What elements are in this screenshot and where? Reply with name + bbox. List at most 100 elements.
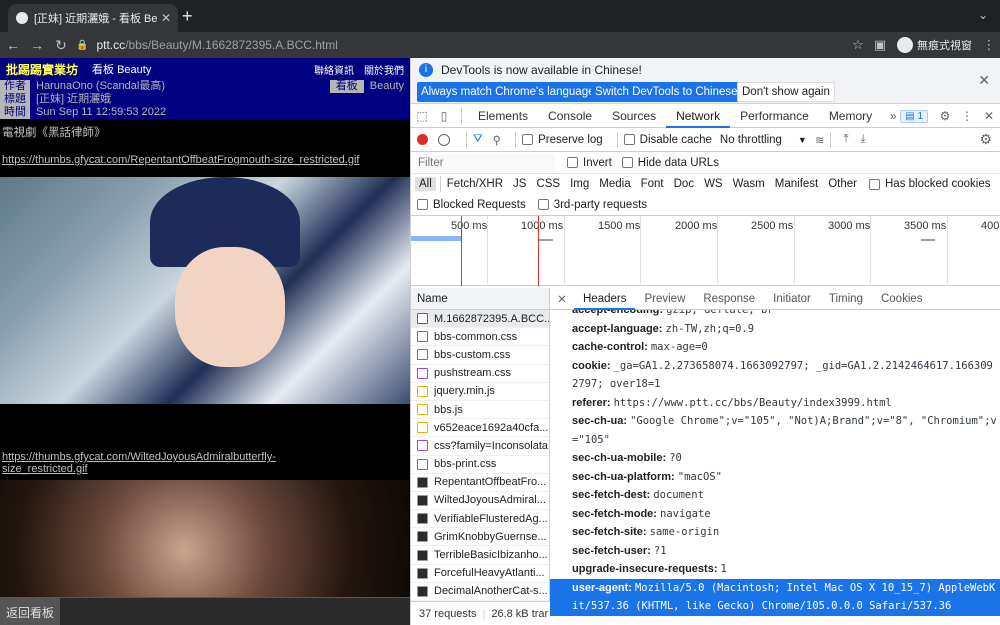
switch-chinese-button[interactable]: Switch DevTools to Chinese xyxy=(591,82,742,102)
third-party-checkbox[interactable] xyxy=(537,199,549,210)
about-link[interactable]: 關於我們 xyxy=(364,62,404,77)
tab-console[interactable]: Console xyxy=(538,104,602,128)
header-row[interactable]: accept-language: zh-TW,zh;q=0.9 xyxy=(550,320,1000,339)
back-icon[interactable]: ← xyxy=(2,37,24,53)
type-font[interactable]: Font xyxy=(637,177,668,191)
network-overview-timeline[interactable]: 500 ms 1000 ms 1500 ms 2000 ms 2500 ms 3… xyxy=(411,216,1000,286)
header-row[interactable]: upgrade-insecure-requests: 1 xyxy=(550,560,1000,579)
type-doc[interactable]: Doc xyxy=(670,177,698,191)
new-tab-icon[interactable]: + xyxy=(182,6,193,27)
type-other[interactable]: Other xyxy=(824,177,861,191)
header-row[interactable]: sec-ch-ua-mobile: ?0 xyxy=(550,449,1000,468)
tab-response[interactable]: Response xyxy=(694,288,764,310)
tab-cookies[interactable]: Cookies xyxy=(872,288,932,310)
header-row[interactable]: cache-control: max-age=0 xyxy=(550,338,1000,357)
inspect-icon[interactable]: ⬚ xyxy=(411,109,433,123)
name-column-header[interactable]: Name xyxy=(411,288,549,310)
tab-initiator[interactable]: Initiator xyxy=(764,288,820,310)
more-options-icon[interactable]: ⋮ xyxy=(956,109,978,123)
record-icon[interactable] xyxy=(417,134,428,145)
tab-network[interactable]: Network xyxy=(666,104,731,128)
header-row[interactable]: sec-ch-ua-platform: "macOS" xyxy=(550,468,1000,487)
request-row[interactable]: jquery.min.js xyxy=(411,383,549,401)
forward-icon[interactable]: → xyxy=(26,37,48,53)
browser-tab[interactable]: [正妹] 近期灑娥 - 看板 Beauty - ✕ xyxy=(8,4,178,32)
search-icon[interactable]: ⚲ xyxy=(493,133,501,147)
image-link-2[interactable]: https://thumbs.gfycat.com/WiltedJoyousAd… xyxy=(2,451,276,475)
close-detail-icon[interactable]: ✕ xyxy=(550,292,574,306)
type-js[interactable]: JS xyxy=(509,177,530,191)
type-manifest[interactable]: Manifest xyxy=(771,177,822,191)
header-row[interactable]: sec-ch-ua: "Google Chrome";v="105", "Not… xyxy=(550,412,1000,449)
match-language-button[interactable]: Always match Chrome's language xyxy=(417,82,599,102)
request-row[interactable]: TerribleBasicIbizanho... xyxy=(411,546,549,565)
type-css[interactable]: CSS xyxy=(532,177,564,191)
close-infobar-icon[interactable]: ✕ xyxy=(978,72,990,89)
blocked-requests-checkbox[interactable] xyxy=(417,199,428,210)
star-icon[interactable]: ☆ xyxy=(847,37,869,53)
back-to-board-button[interactable]: 返回看板 xyxy=(0,598,60,625)
type-media[interactable]: Media xyxy=(595,177,634,191)
hide-data-urls-checkbox[interactable] xyxy=(621,157,633,168)
type-wasm[interactable]: Wasm xyxy=(729,177,769,191)
blocked-cookies-checkbox[interactable] xyxy=(869,178,880,190)
network-settings-gear-icon[interactable]: ⚙ xyxy=(979,131,992,148)
filter-input[interactable] xyxy=(415,153,555,172)
request-row[interactable]: v652eace1692a40cfa... xyxy=(411,419,549,438)
incognito-profile[interactable]: 無痕式視窗 xyxy=(897,37,972,53)
issues-badge[interactable]: ▤ 1 xyxy=(900,109,928,123)
close-devtools-icon[interactable]: ✕ xyxy=(978,109,1000,123)
board-link[interactable]: 看板 Beauty xyxy=(92,61,151,77)
tab-search-icon[interactable]: ⌄ xyxy=(978,8,988,22)
contact-link[interactable]: 聯絡資訊 xyxy=(314,62,354,77)
header-row[interactable]: sec-fetch-dest: document xyxy=(550,486,1000,505)
tab-elements[interactable]: Elements xyxy=(468,104,538,128)
reload-icon[interactable]: ↻ xyxy=(50,37,72,54)
request-row[interactable]: ForcefulHeavyAtlanti... xyxy=(411,565,549,583)
request-row[interactable]: bbs-print.css xyxy=(411,456,549,474)
site-name-link[interactable]: 批踢踢實業坊 xyxy=(6,61,78,78)
request-row[interactable]: M.1662872395.A.BCC... xyxy=(411,310,549,329)
lock-icon[interactable]: 🔒 xyxy=(76,40,88,51)
device-toolbar-icon[interactable]: ▯ xyxy=(433,109,455,123)
tab-performance[interactable]: Performance xyxy=(730,104,819,128)
side-panel-icon[interactable]: ▣ xyxy=(869,37,891,53)
invert-checkbox[interactable] xyxy=(567,157,578,168)
request-row[interactable]: GrimKnobbyGuernse... xyxy=(411,528,549,547)
request-row[interactable]: VerifiableFlusteredAg... xyxy=(411,510,549,529)
header-row[interactable]: accept-encoding: gzip, deflate, br xyxy=(550,310,1000,320)
request-row[interactable]: WiltedJoyousAdmiral... xyxy=(411,492,549,511)
dont-show-again-button[interactable]: Don't show again xyxy=(737,82,835,102)
request-row[interactable]: RepentantOffbeatFro... xyxy=(411,474,549,492)
request-row[interactable]: bbs-common.css xyxy=(411,328,549,347)
type-fetch-xhr[interactable]: Fetch/XHR xyxy=(443,177,507,191)
export-har-icon[interactable]: ⤓ xyxy=(861,133,866,146)
filter-icon[interactable]: ⛛ xyxy=(473,133,483,146)
header-row[interactable]: sec-fetch-mode: navigate xyxy=(550,505,1000,524)
network-conditions-icon[interactable]: ≋ xyxy=(815,133,825,147)
image-link-1[interactable]: https://thumbs.gfycat.com/RepentantOffbe… xyxy=(0,154,410,166)
header-row[interactable]: user-agent: Mozilla/5.0 (Macintosh; Inte… xyxy=(550,578,1000,616)
request-row[interactable]: bbs.js xyxy=(411,401,549,420)
header-row[interactable]: sec-fetch-user: ?1 xyxy=(550,542,1000,561)
type-ws[interactable]: WS xyxy=(700,177,727,191)
address-bar[interactable]: 🔒 ptt.cc/bbs/Beauty/M.1662872395.A.BCC.h… xyxy=(76,32,864,58)
request-row[interactable]: css?family=Inconsolata xyxy=(411,437,549,456)
request-row[interactable]: pushstream.css xyxy=(411,365,549,383)
request-row[interactable]: bbs-custom.css xyxy=(411,346,549,365)
tab-headers[interactable]: Headers xyxy=(574,288,636,310)
throttling-select[interactable]: No throttling xyxy=(720,134,782,146)
tab-timing[interactable]: Timing xyxy=(820,288,872,310)
menu-icon[interactable]: ⋮ xyxy=(978,37,1000,53)
tab-preview[interactable]: Preview xyxy=(635,288,694,310)
disable-cache-checkbox[interactable] xyxy=(623,134,635,145)
close-tab-icon[interactable]: ✕ xyxy=(158,11,174,25)
tab-memory[interactable]: Memory xyxy=(819,104,882,128)
type-all[interactable]: All xyxy=(415,177,436,191)
settings-gear-icon[interactable]: ⚙ xyxy=(934,109,956,123)
request-row[interactable]: DecimalAnotherCat-s... xyxy=(411,583,549,601)
header-row[interactable]: referer: https://www.ptt.cc/bbs/Beauty/i… xyxy=(550,394,1000,413)
type-img[interactable]: Img xyxy=(566,177,593,191)
header-row[interactable]: sec-fetch-site: same-origin xyxy=(550,523,1000,542)
header-row[interactable]: cookie: _ga=GA1.2.273658074.1663092797; … xyxy=(550,357,1000,394)
